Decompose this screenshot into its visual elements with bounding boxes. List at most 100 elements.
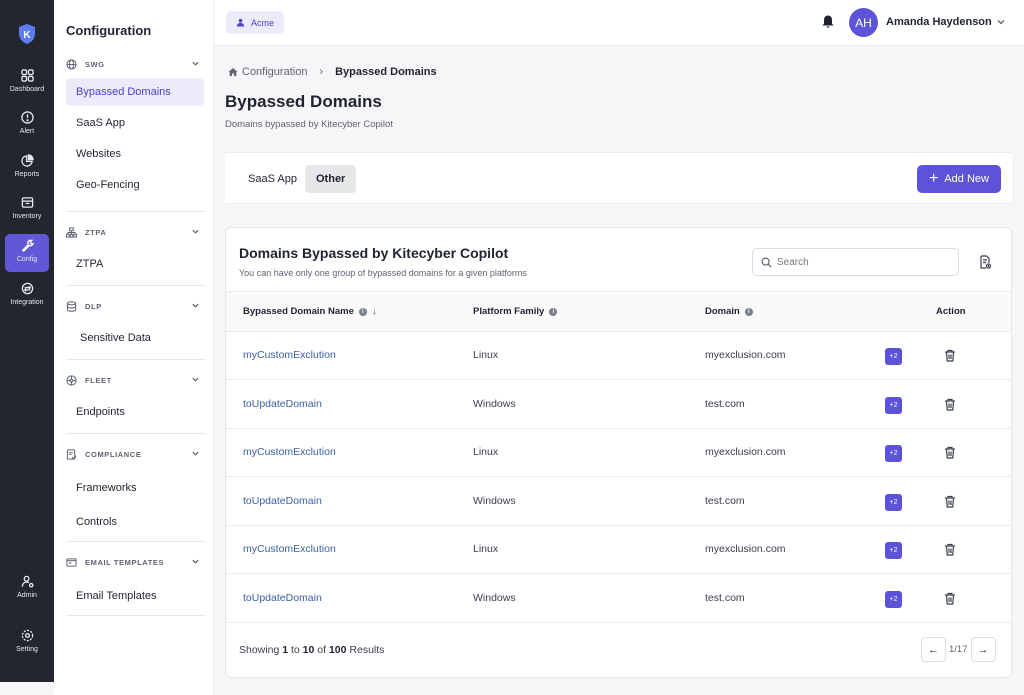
delete-button[interactable] <box>944 446 956 459</box>
home-icon <box>228 68 238 76</box>
next-page-button[interactable]: → <box>970 637 996 662</box>
database-icon <box>66 300 77 312</box>
sidebar-item-controls[interactable]: Controls <box>66 508 204 536</box>
sidebar-section-header-swg[interactable]: SWG <box>66 54 204 74</box>
chevron-down-icon[interactable] <box>996 17 1006 27</box>
sidebar-section-header-fleet[interactable]: FLEET <box>66 370 204 390</box>
email-template-icon <box>66 557 77 567</box>
add-new-button[interactable]: + Add New <box>917 165 1001 193</box>
tabs-bar: SaaS App Other + Add New <box>225 152 1012 204</box>
chevron-down-icon <box>192 303 199 308</box>
breadcrumb: Configuration › Bypassed Domains <box>228 66 437 78</box>
chevron-down-icon <box>192 377 199 382</box>
platform-cell: Windows <box>473 397 516 410</box>
page-title: Bypassed Domains <box>225 92 382 111</box>
rail-label: Dashboard <box>9 86 45 93</box>
domain-name-link[interactable]: toUpdateDomain <box>243 592 322 604</box>
sidebar-item-frameworks[interactable]: Frameworks <box>66 474 204 502</box>
grid-icon <box>20 69 34 82</box>
org-name: Acme <box>251 17 275 28</box>
top-bar: Acme AH Amanda Haydenson <box>214 0 1024 46</box>
sidebar-item-sensitive-data[interactable]: Sensitive Data <box>66 324 204 352</box>
rail-label: Config <box>16 256 38 263</box>
sidebar-section-header-ztpa[interactable]: ZTPA <box>66 222 204 242</box>
sidebar-item-bypassed-domains[interactable]: Bypassed Domains <box>66 78 204 106</box>
results-from: 1 <box>282 644 289 656</box>
table-header: Bypassed Domain Name i ↓ Platform Family… <box>226 291 1011 332</box>
table-row: toUpdateDomain Windows test.com +2 <box>226 478 1011 526</box>
column-header-label: Bypassed Domain Name <box>243 306 354 317</box>
sidebar-section-name: FLEET <box>85 375 112 385</box>
sidebar-item-endpoints[interactable]: Endpoints <box>66 398 204 426</box>
more-domains-badge[interactable]: +2 <box>885 493 902 511</box>
rail-item-admin[interactable]: Admin <box>5 570 49 608</box>
sidebar-section-header-email-templates[interactable]: EMAIL TEMPLATES <box>66 552 204 572</box>
more-domains-badge[interactable]: +2 <box>885 542 902 559</box>
breadcrumb-root[interactable]: Configuration <box>242 66 307 78</box>
column-header-action: Action <box>936 306 966 317</box>
domain-name-link[interactable]: toUpdateDomain <box>243 495 322 507</box>
tab-other[interactable]: Other <box>305 165 357 193</box>
sidebar-section-header-compliance[interactable]: COMPLIANCE <box>66 444 204 464</box>
prev-page-button[interactable]: ← <box>921 637 946 662</box>
avatar[interactable]: AH <box>849 8 878 37</box>
more-domains-badge[interactable]: +2 <box>885 590 902 608</box>
gear-icon <box>21 629 33 642</box>
pagination: ← 1/17 → <box>921 637 996 662</box>
column-header-label: Platform Family <box>473 306 545 317</box>
delete-button[interactable] <box>944 495 956 508</box>
sidebar-section-name: SWG <box>85 59 105 69</box>
rail-item-reports[interactable]: Reports <box>5 149 49 187</box>
sidebar-section-name: ZTPA <box>85 227 107 237</box>
platform-cell: Linux <box>473 349 499 361</box>
more-domains-badge[interactable]: +2 <box>885 445 902 462</box>
sidebar-item-websites[interactable]: Websites <box>66 140 204 168</box>
bell-icon[interactable] <box>820 14 836 30</box>
sort-down-icon[interactable]: ↓ <box>372 306 377 317</box>
sidebar-section-swg: SWG Bypassed Domains SaaS App Websites G… <box>66 54 204 199</box>
sidebar-item-saas-app[interactable]: SaaS App <box>66 109 204 137</box>
domain-cell: test.com <box>705 494 745 507</box>
domain-name-link[interactable]: myCustomExclution <box>243 349 336 361</box>
user-name[interactable]: Amanda Haydenson <box>886 16 992 28</box>
rail-item-integration[interactable]: Integration <box>5 277 49 315</box>
trash-icon <box>945 592 955 605</box>
svg-text:K: K <box>23 30 31 41</box>
column-header-name[interactable]: Bypassed Domain Name i ↓ <box>243 306 377 317</box>
sidebar-item-email-templates[interactable]: Email Templates <box>66 582 204 610</box>
icon-rail: K Dashboard Alert Reports Inventory Conf… <box>0 0 54 682</box>
integration-icon <box>21 282 33 295</box>
rail-item-dashboard[interactable]: Dashboard <box>5 64 49 102</box>
more-domains-badge[interactable]: +2 <box>885 348 902 365</box>
rail-item-config[interactable]: Config <box>5 234 49 272</box>
tab-saas-app[interactable]: SaaS App <box>237 165 308 193</box>
delete-button[interactable] <box>944 592 956 605</box>
compliance-icon <box>66 448 77 460</box>
breadcrumb-current: Bypassed Domains <box>335 66 437 78</box>
more-domains-badge[interactable]: +2 <box>885 396 902 414</box>
sidebar-item-geo-fencing[interactable]: Geo-Fencing <box>66 171 204 199</box>
sidebar-item-ztpa[interactable]: ZTPA <box>66 250 204 278</box>
results-to: 10 <box>302 644 315 656</box>
rail-item-alert[interactable]: Alert <box>5 106 49 144</box>
rail-label: Setting <box>16 646 38 653</box>
delete-button[interactable] <box>944 398 956 411</box>
sidebar-section-header-dlp[interactable]: DLP <box>66 296 204 316</box>
search-input[interactable] <box>777 256 947 268</box>
plus-icon: + <box>929 170 939 187</box>
table-row: myCustomExclution Linux myexclusion.com +2 <box>226 429 1011 477</box>
rail-item-setting[interactable]: Setting <box>5 624 49 662</box>
page-subtitle: Domains bypassed by Kitecyber Copilot <box>225 119 393 130</box>
domain-name-link[interactable]: myCustomExclution <box>243 543 336 555</box>
export-icon[interactable] <box>978 255 992 269</box>
delete-button[interactable] <box>944 543 956 556</box>
domain-name-link[interactable]: toUpdateDomain <box>243 398 322 410</box>
org-selector[interactable]: Acme <box>226 11 285 34</box>
domain-name-link[interactable]: myCustomExclution <box>243 446 336 458</box>
trash-icon <box>945 398 955 411</box>
alert-icon <box>20 111 34 124</box>
delete-button[interactable] <box>944 349 956 362</box>
info-icon: i <box>358 307 367 316</box>
domain-cell: myexclusion.com <box>705 543 786 555</box>
rail-item-inventory[interactable]: Inventory <box>5 191 49 229</box>
